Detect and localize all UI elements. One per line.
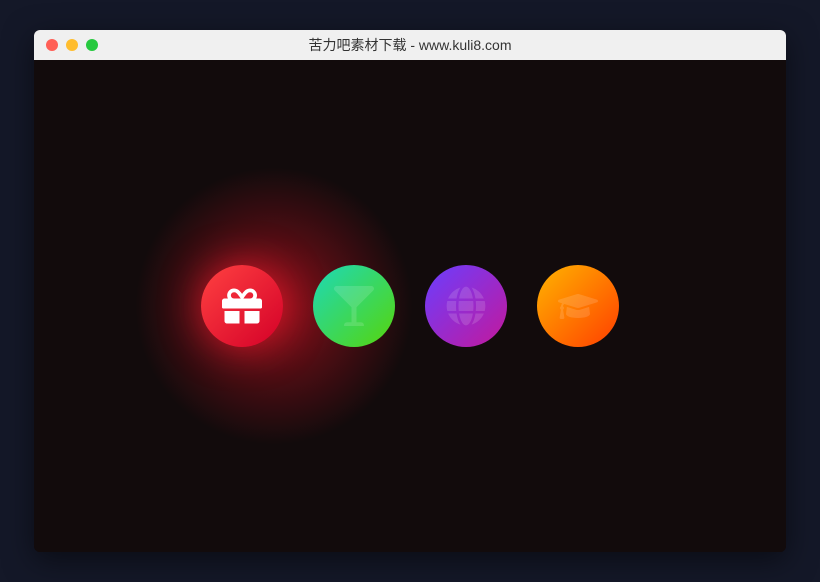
- close-button[interactable]: [46, 39, 58, 51]
- content-area: [34, 60, 786, 552]
- globe-button[interactable]: [425, 265, 507, 347]
- maximize-button[interactable]: [86, 39, 98, 51]
- gift-icon: [222, 286, 262, 326]
- globe-icon: [446, 286, 486, 326]
- cocktail-icon: [334, 286, 374, 326]
- cocktail-button[interactable]: [313, 265, 395, 347]
- titlebar: 苦力吧素材下载 - www.kuli8.com: [34, 30, 786, 60]
- traffic-lights: [46, 39, 98, 51]
- graduation-button[interactable]: [537, 265, 619, 347]
- gift-button[interactable]: [201, 265, 283, 347]
- window-title: 苦力吧素材下载 - www.kuli8.com: [308, 35, 511, 55]
- graduation-cap-icon: [558, 286, 598, 326]
- browser-window: 苦力吧素材下载 - www.kuli8.com: [34, 30, 786, 552]
- icon-row: [201, 265, 619, 347]
- minimize-button[interactable]: [66, 39, 78, 51]
